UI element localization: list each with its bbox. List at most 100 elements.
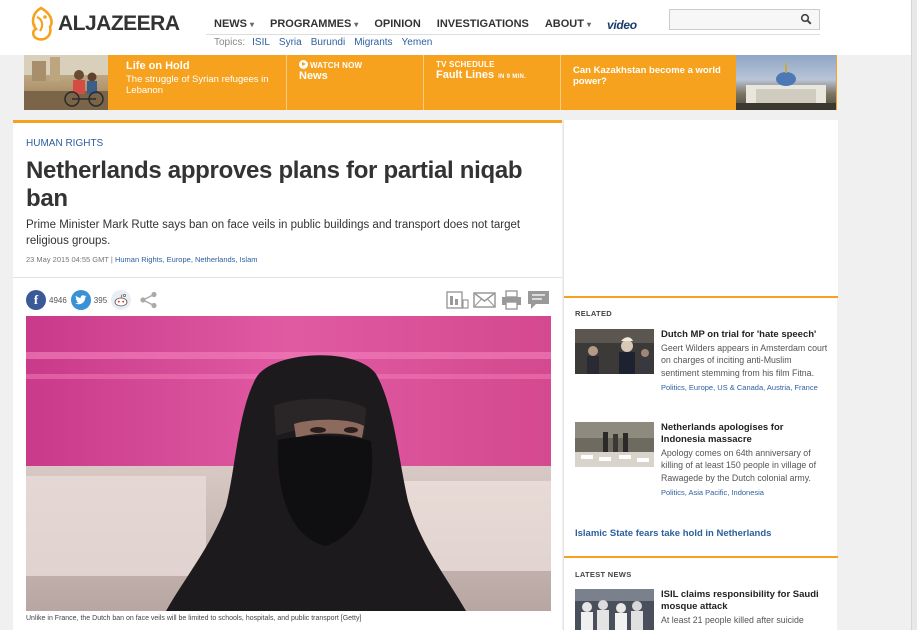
twitter-icon xyxy=(74,295,87,305)
twitter-count: 395 xyxy=(93,295,108,305)
nav-news-label: NEWS xyxy=(214,18,247,30)
article-title: Netherlands approves plans for partial n… xyxy=(26,157,523,212)
related-more-link[interactable]: Islamic State fears take hold in Netherl… xyxy=(575,528,771,539)
print-icon[interactable] xyxy=(500,290,523,310)
latest-divider xyxy=(564,556,838,558)
logo-wordmark: ALJAZEERA xyxy=(58,12,180,35)
email-icon[interactable] xyxy=(473,290,496,310)
crowd-image-icon xyxy=(575,589,654,630)
topics-bar: Topics: ISIL Syria Burundi Migrants Yeme… xyxy=(214,37,441,48)
topic-link[interactable]: Burundi xyxy=(311,37,345,48)
related-title[interactable]: Netherlands apologises for Indonesia mas… xyxy=(661,422,829,446)
promo-bar: Life on Hold The struggle of Syrian refu… xyxy=(24,55,837,110)
promo-watch-title: News xyxy=(299,70,328,82)
twitter-share-button[interactable] xyxy=(70,290,91,310)
related-item[interactable]: Dutch MP on trial for 'hate speech' Geer… xyxy=(575,329,827,409)
reddit-icon xyxy=(114,294,128,307)
window-scrollbar[interactable] xyxy=(911,0,917,630)
nav-about-label: ABOUT xyxy=(544,18,584,30)
promo-watch-now[interactable]: WATCH NOW News xyxy=(286,55,423,110)
promo-schedule-time: IN 9 MIN. xyxy=(498,74,527,80)
related-body: Netherlands apologises for Indonesia mas… xyxy=(661,422,829,497)
nav-programmes[interactable]: PROGRAMMES ▾ xyxy=(262,13,366,35)
latest-heading: LATEST NEWS xyxy=(575,570,632,579)
sidebar: RELATED Dutch MP on trial for 'hate spee… xyxy=(563,120,838,630)
image-caption: Unlike in France, the Dutch ban on face … xyxy=(26,615,362,622)
latest-text: At least 21 people killed after suicide xyxy=(661,615,804,625)
promo-schedule-title-text: Fault Lines xyxy=(436,69,495,81)
share-icon[interactable] xyxy=(139,291,159,309)
related-thumbnail[interactable] xyxy=(575,422,654,467)
article-hero-image xyxy=(26,316,551,611)
niqab-woman-image-icon xyxy=(26,316,551,611)
site-logo[interactable]: ALJAZEERA xyxy=(26,4,180,44)
aljazeera-logo-icon xyxy=(31,6,53,41)
topics-label: Topics: xyxy=(214,37,246,48)
search-input[interactable] xyxy=(670,10,795,30)
refugee-children-image-icon xyxy=(24,55,108,110)
related-tags[interactable]: Politics, Asia Pacific, Indonesia xyxy=(661,488,829,497)
search-icon[interactable] xyxy=(800,13,812,25)
article-dateline: 23 May 2015 04:55 GMT | Human Rights, Eu… xyxy=(26,255,258,264)
facebook-share-button[interactable]: f xyxy=(26,290,46,310)
promo-life-on-hold[interactable]: Life on Hold The struggle of Syrian refu… xyxy=(108,55,286,110)
article-tags[interactable]: Human Rights, Europe, Netherlands, Islam xyxy=(115,255,258,264)
chevron-down-icon: ▾ xyxy=(354,20,359,29)
promo-life-sub: The struggle of Syrian refugees in Leban… xyxy=(126,74,269,96)
memorial-image-icon xyxy=(575,422,654,467)
nav-investigations-label: INVESTIGATIONS xyxy=(436,18,529,30)
promo-kazakh-title: Can Kazakhstan become a world power? xyxy=(573,65,721,87)
related-body: Dutch MP on trial for 'hate speech' Geer… xyxy=(661,329,829,392)
chevron-down-icon: ▾ xyxy=(250,20,255,29)
promo-tv-schedule[interactable]: TV SCHEDULE Fault Lines IN 9 MIN. xyxy=(423,55,560,110)
promo-watch-kicker-text: WATCH NOW xyxy=(310,61,363,70)
nav-news[interactable]: NEWS ▾ xyxy=(206,13,262,35)
topic-link[interactable]: Syria xyxy=(279,37,302,48)
promo-schedule-title: Fault Lines IN 9 MIN. xyxy=(436,69,550,81)
related-text: Geert Wilders appears in Amsterdam court… xyxy=(661,343,828,378)
nav-video[interactable]: video xyxy=(599,13,645,35)
topic-link[interactable]: ISIL xyxy=(252,37,270,48)
topic-link[interactable]: Yemen xyxy=(402,37,433,48)
promo-schedule-kicker: TV SCHEDULE xyxy=(436,60,495,69)
site-header: ALJAZEERA NEWS ▾ PROGRAMMES ▾ OPINION INVE… xyxy=(0,0,917,55)
topic-link[interactable]: Migrants xyxy=(354,37,392,48)
divider xyxy=(13,277,562,278)
promo-thumbnail-kazakhstan[interactable] xyxy=(736,55,836,110)
facebook-count: 4946 xyxy=(49,295,67,305)
related-divider xyxy=(564,296,838,298)
promo-kazakhstan[interactable]: Can Kazakhstan become a world power? xyxy=(560,55,736,110)
promo-life-title: Life on Hold xyxy=(126,60,190,72)
section-link[interactable]: HUMAN RIGHTS xyxy=(26,138,103,149)
related-thumbnail[interactable] xyxy=(575,329,654,374)
latest-item[interactable]: ISIL claims responsibility for Saudi mos… xyxy=(575,589,827,630)
chevron-down-icon: ▾ xyxy=(586,20,591,29)
reddit-share-button[interactable] xyxy=(111,290,132,310)
promo-thumbnail-refugees[interactable] xyxy=(24,55,108,110)
nav-about[interactable]: ABOUT ▾ xyxy=(537,13,599,35)
related-item[interactable]: Netherlands apologises for Indonesia mas… xyxy=(575,422,827,502)
latest-thumbnail[interactable] xyxy=(575,589,654,630)
palace-image-icon xyxy=(736,63,836,110)
court-image-icon xyxy=(575,329,654,374)
article-summary: Prime Minister Mark Rutte says ban on fa… xyxy=(26,219,521,247)
related-title[interactable]: Dutch MP on trial for 'hate speech' xyxy=(661,329,829,341)
article-date: 23 May 2015 04:55 GMT xyxy=(26,255,109,264)
article-container: HUMAN RIGHTS Netherlands approves plans … xyxy=(13,120,562,630)
comment-icon[interactable] xyxy=(527,290,550,310)
play-icon xyxy=(299,60,308,69)
promo-watch-kicker: WATCH NOW xyxy=(299,60,413,70)
nav-investigations[interactable]: INVESTIGATIONS xyxy=(429,13,537,35)
related-text: Apology comes on 64th anniversary of kil… xyxy=(661,448,817,483)
text-size-icon[interactable] xyxy=(446,290,469,310)
related-heading: RELATED xyxy=(575,309,612,318)
ad-slot xyxy=(564,120,838,296)
nav-opinion[interactable]: OPINION xyxy=(366,13,428,35)
article-tools xyxy=(446,290,550,310)
latest-title[interactable]: ISIL claims responsibility for Saudi mos… xyxy=(661,589,827,613)
nav-programmes-label: PROGRAMMES xyxy=(270,18,352,30)
facebook-icon: f xyxy=(33,292,39,307)
nav-opinion-label: OPINION xyxy=(374,18,421,30)
share-bar: f 4946 395 xyxy=(26,290,159,310)
related-tags[interactable]: Politics, Europe, US & Canada, Austria, … xyxy=(661,383,829,392)
